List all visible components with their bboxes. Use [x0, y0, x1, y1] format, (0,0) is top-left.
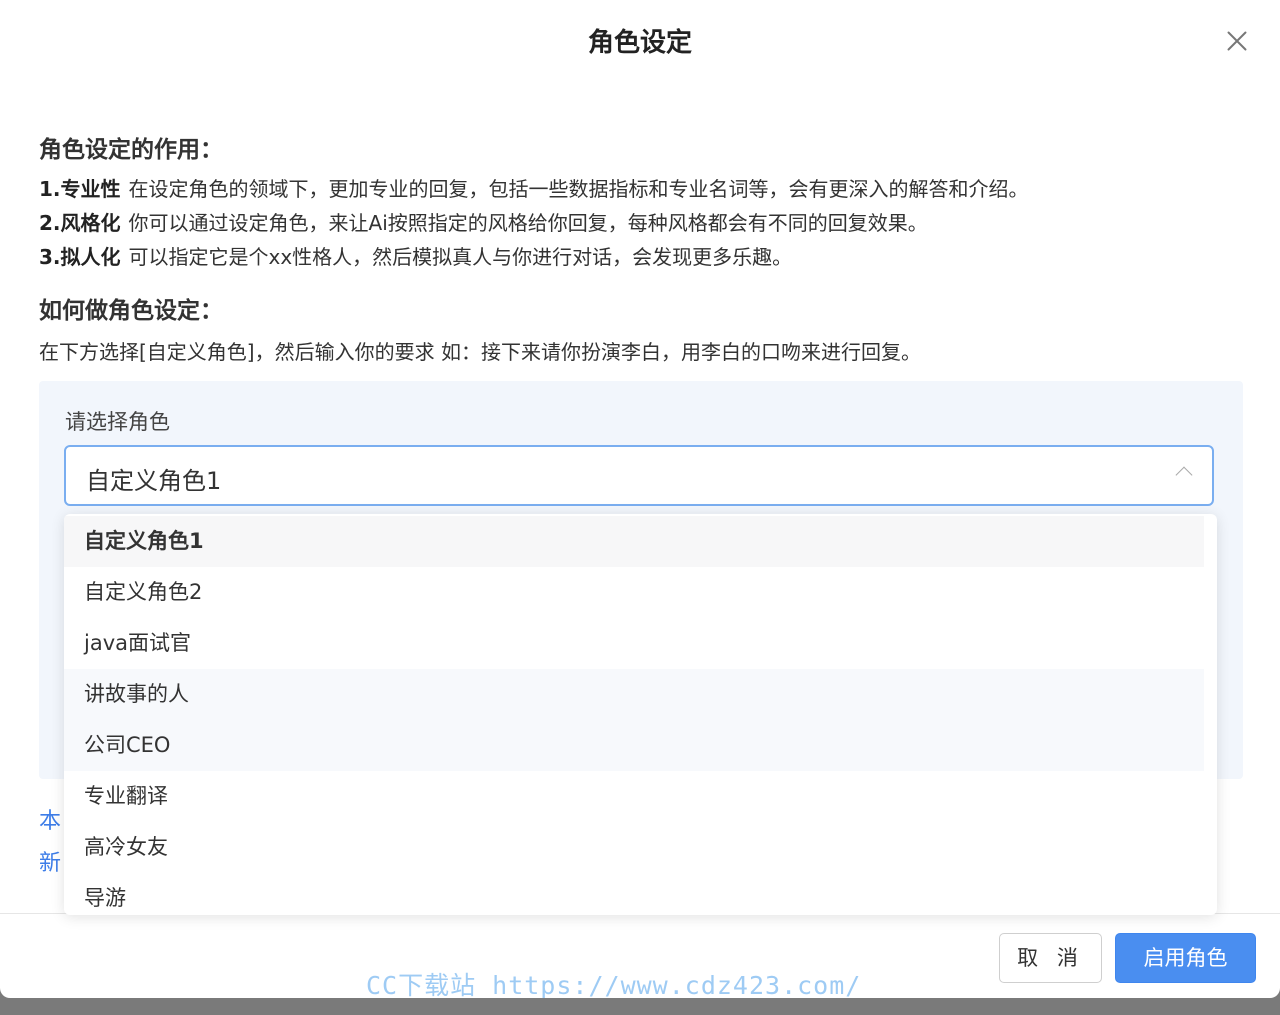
dropdown-option[interactable]: 高冷女友	[64, 822, 1204, 873]
intro-item-title: 3.拟人化	[39, 245, 121, 269]
dropdown-option[interactable]: 专业翻译	[64, 771, 1204, 822]
intro-item-title: 2.风格化	[39, 211, 121, 235]
backdrop-strip	[0, 998, 1280, 1015]
role-dropdown: 自定义角色1 自定义角色2 java面试官 讲故事的人 公司CEO 专业翻译 高…	[64, 514, 1217, 915]
select-value: 自定义角色1	[86, 467, 222, 495]
role-select[interactable]: 自定义角色1	[64, 445, 1214, 506]
howto-text: 在下方选择[自定义角色]，然后输入你的要求 如：接下来请你扮演李白，用李白的口吻…	[39, 340, 921, 364]
intro-item-text: 在设定角色的领域下，更加专业的回复，包括一些数据指标和专业名词等，会有更深入的解…	[128, 177, 1029, 201]
close-icon[interactable]	[1222, 26, 1252, 56]
role-settings-dialog: 角色设定 角色设定的作用： 1.专业性 在设定角色的领域下，更加专业的回复，包括一…	[0, 0, 1280, 1000]
chevron-up-icon	[1175, 466, 1193, 484]
cancel-button[interactable]: 取 消	[999, 933, 1102, 983]
intro-item: 3.拟人化 可以指定它是个xx性格人，然后模拟真人与你进行对话，会发现更多乐趣。	[39, 241, 792, 270]
link-text[interactable]: 本	[39, 803, 61, 835]
intro-item-text: 可以指定它是个xx性格人，然后模拟真人与你进行对话，会发现更多乐趣。	[128, 245, 793, 269]
dropdown-option[interactable]: 自定义角色1	[64, 516, 1204, 567]
dropdown-option[interactable]: 自定义角色2	[64, 567, 1204, 618]
dialog-title: 角色设定	[587, 28, 692, 58]
intro-item-text: 你可以通过设定角色，来让Ai按照指定的风格给你回复，每种风格都会有不同的回复效果…	[128, 211, 928, 235]
dropdown-option[interactable]: java面试官	[64, 618, 1204, 669]
enable-role-button[interactable]: 启用角色	[1115, 933, 1256, 983]
dropdown-option[interactable]: 导游	[64, 873, 1204, 915]
intro-item-title: 1.专业性	[39, 177, 121, 201]
dropdown-option[interactable]: 公司CEO	[64, 720, 1204, 771]
intro-item: 2.风格化 你可以通过设定角色，来让Ai按照指定的风格给你回复，每种风格都会有不同…	[39, 207, 928, 236]
intro-item: 1.专业性 在设定角色的领域下，更加专业的回复，包括一些数据指标和专业名词等，会有…	[39, 173, 1029, 202]
intro-heading: 角色设定的作用：	[39, 137, 223, 163]
howto-heading: 如何做角色设定：	[39, 298, 223, 324]
select-label: 请选择角色	[65, 410, 170, 434]
dropdown-option[interactable]: 讲故事的人	[64, 669, 1204, 720]
watermark: CC下载站 https://www.cdz423.com/	[366, 971, 862, 1000]
link-text[interactable]: 新	[39, 845, 61, 877]
